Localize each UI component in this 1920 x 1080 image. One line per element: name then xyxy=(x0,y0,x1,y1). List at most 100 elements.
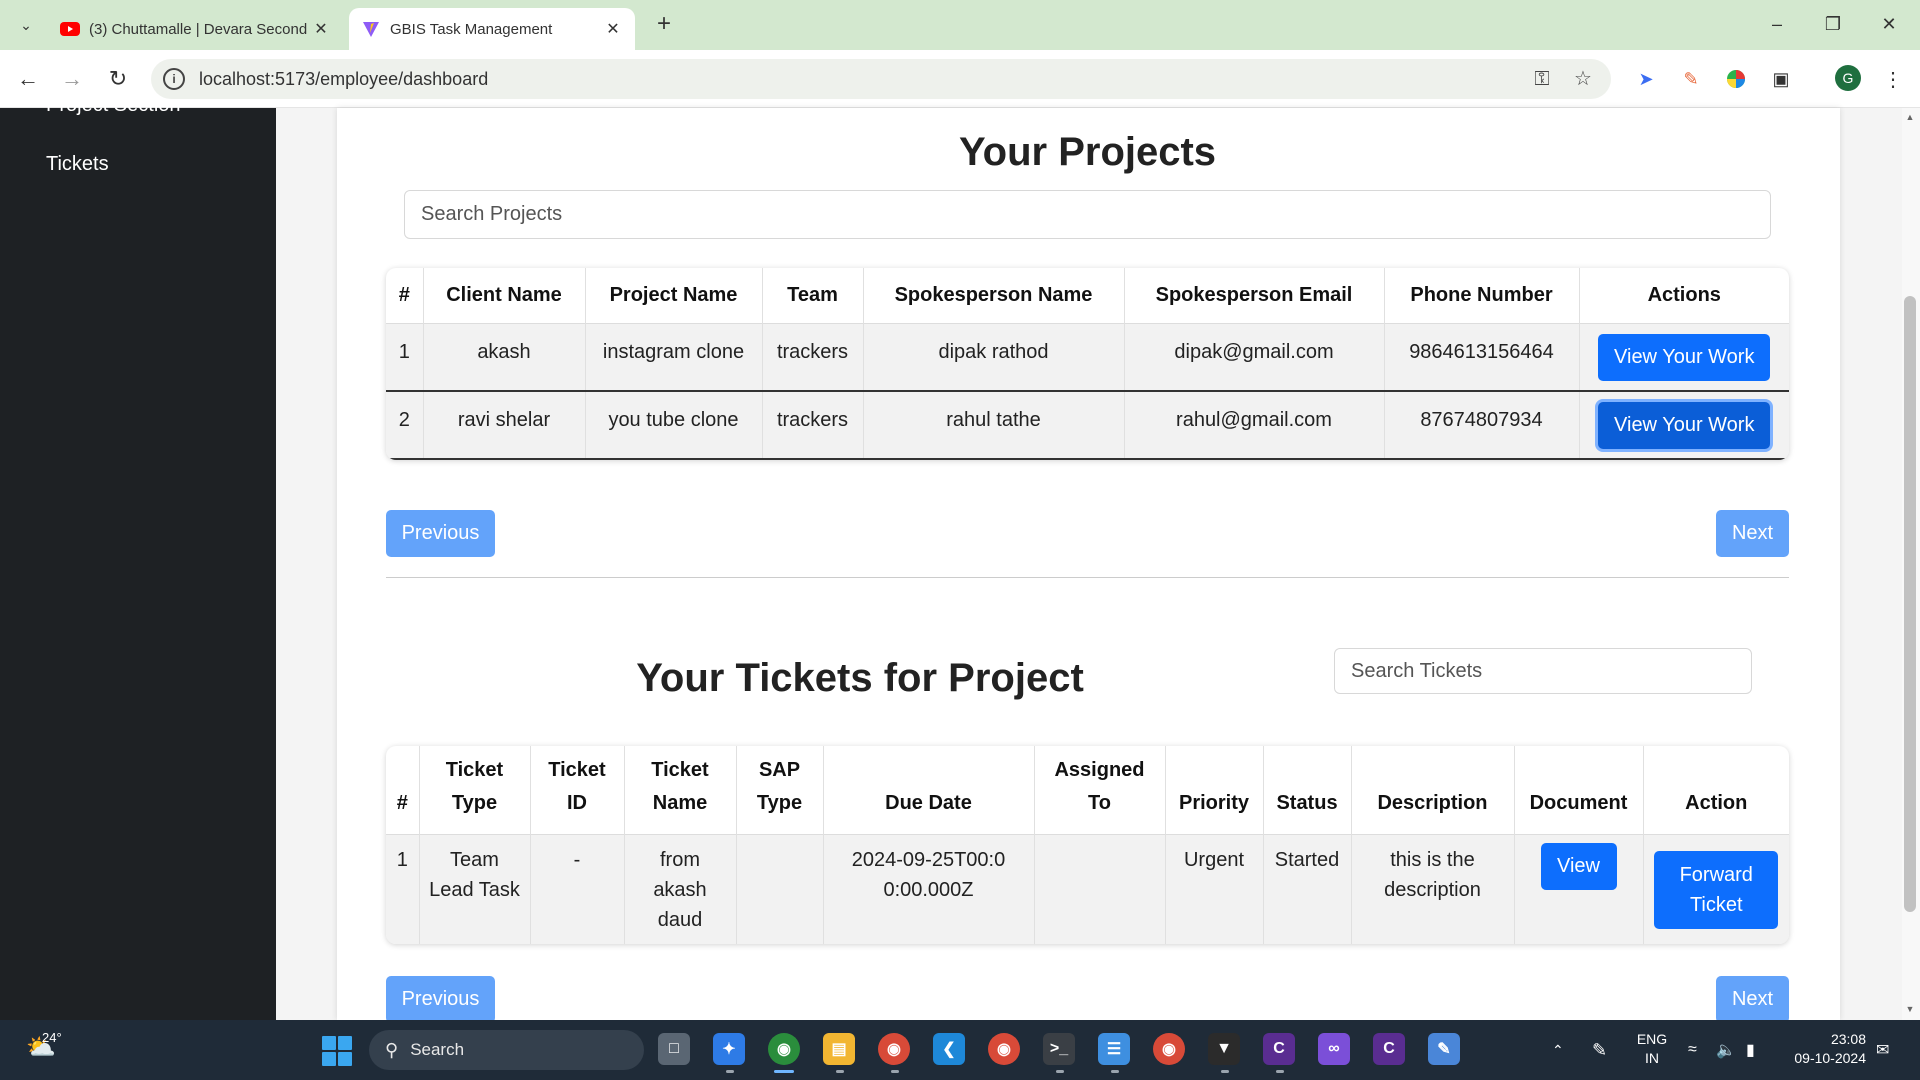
ticket-name: from akash daud xyxy=(624,834,737,944)
sap-type xyxy=(736,834,824,944)
project-name: you tube clone xyxy=(585,391,763,459)
scroll-down-icon[interactable]: ▼ xyxy=(1904,1004,1916,1014)
windows-start-icon[interactable] xyxy=(322,1036,352,1066)
column-header: Document xyxy=(1514,746,1644,834)
priority: Urgent xyxy=(1165,834,1264,944)
column-header: # xyxy=(386,268,424,323)
document-cell: View xyxy=(1514,834,1644,944)
row-number: 2 xyxy=(386,391,424,459)
running-indicator xyxy=(1111,1070,1119,1073)
bookmark-star-icon[interactable]: ☆ xyxy=(1570,66,1596,92)
paint-icon[interactable]: ✎ xyxy=(1428,1033,1460,1065)
task-view-icon[interactable]: □ xyxy=(658,1033,690,1065)
column-header: Phone Number xyxy=(1384,268,1580,323)
youtube-icon xyxy=(60,19,80,39)
app-c-icon[interactable]: C xyxy=(1263,1033,1295,1065)
tab-title: GBIS Task Management xyxy=(390,20,553,38)
close-tab-icon[interactable]: ✕ xyxy=(603,19,623,39)
forward-ticket-button[interactable]: Forward Ticket xyxy=(1654,850,1779,929)
table-row: 2 ravi shelar you tube clone trackers ra… xyxy=(386,391,1789,459)
back-icon[interactable]: ← xyxy=(13,64,43,94)
client-name: akash xyxy=(423,323,586,391)
tab-gbis[interactable]: GBIS Task Management ✕ xyxy=(349,8,635,50)
team: trackers xyxy=(762,323,864,391)
running-indicator xyxy=(891,1070,899,1073)
visual-studio-icon[interactable]: ∞ xyxy=(1318,1033,1350,1065)
new-tab-button[interactable]: + xyxy=(650,10,678,38)
wifi-icon[interactable]: ≈ xyxy=(1688,1020,1697,1080)
projects-title: Your Projects xyxy=(958,130,1217,174)
search-tickets-input[interactable] xyxy=(1334,648,1752,694)
client-name: ravi shelar xyxy=(423,391,586,459)
tickets-previous-button[interactable]: Previous xyxy=(386,976,495,1023)
minimize-icon[interactable]: – xyxy=(1754,8,1800,40)
chrome-profile-icon[interactable]: ◉ xyxy=(768,1033,800,1065)
tickets-next-button[interactable]: Next xyxy=(1716,976,1789,1023)
search-projects-input[interactable] xyxy=(404,190,1771,239)
tab-search-chevron-icon[interactable]: ⌄ xyxy=(10,9,42,41)
scroll-up-icon[interactable]: ▲ xyxy=(1904,112,1916,122)
file-explorer-icon[interactable]: ▤ xyxy=(823,1033,855,1065)
copilot-icon[interactable]: ✦ xyxy=(713,1033,745,1065)
taskbar-search-box[interactable]: ⚲ Search xyxy=(369,1030,644,1070)
tab-title: (3) Chuttamalle | Devara Second xyxy=(89,20,308,38)
url-text[interactable]: localhost:5173/employee/dashboard xyxy=(199,69,1611,90)
vscode-icon[interactable]: ❮ xyxy=(933,1033,965,1065)
notepad-icon[interactable]: ☰ xyxy=(1098,1033,1130,1065)
battery-icon[interactable]: ▮ xyxy=(1746,1020,1755,1080)
terminal-icon[interactable]: >_ xyxy=(1043,1033,1075,1065)
column-header: Ticket ID xyxy=(530,746,625,834)
projects-next-button[interactable]: Next xyxy=(1716,510,1789,557)
profile-avatar[interactable]: G xyxy=(1835,65,1861,91)
app-box-icon[interactable]: ▼ xyxy=(1208,1033,1240,1065)
column-header: Spokesperson Email xyxy=(1124,268,1385,323)
notification-bell-icon[interactable]: ✉ xyxy=(1876,1020,1889,1080)
projects-previous-button[interactable]: Previous xyxy=(386,510,495,557)
search-icon: ⚲ xyxy=(385,1039,399,1060)
column-header: Ticket Name xyxy=(624,746,737,834)
weather-temp: 24° xyxy=(42,1030,62,1045)
chrome-icon-3[interactable]: ◉ xyxy=(1153,1033,1185,1065)
restore-icon[interactable]: ❐ xyxy=(1810,8,1856,40)
column-header: Due Date xyxy=(823,746,1035,834)
browser-tab-bar: ⌄ (3) Chuttamalle | Devara Second ✕ GBIS… xyxy=(0,0,1920,50)
column-header: Priority xyxy=(1165,746,1264,834)
scrollbar-thumb[interactable] xyxy=(1904,296,1916,912)
chrome-icon-2[interactable]: ◉ xyxy=(988,1033,1020,1065)
table-row: 1 Team Lead Task - from akash daud 2024-… xyxy=(386,834,1789,944)
tray-overflow-icon[interactable]: ⌃ xyxy=(1552,1020,1564,1080)
column-header: # xyxy=(386,746,420,834)
vite-icon xyxy=(361,19,381,39)
running-indicator xyxy=(836,1070,844,1073)
language-indicator[interactable]: ENG IN xyxy=(1632,1030,1672,1068)
password-key-icon[interactable]: ⚿ xyxy=(1529,66,1555,92)
forward-icon[interactable]: → xyxy=(57,64,87,94)
column-header: Assigned To xyxy=(1034,746,1166,834)
tab-youtube[interactable]: (3) Chuttamalle | Devara Second ✕ xyxy=(48,8,343,50)
menu-kebab-icon[interactable]: ⋮ xyxy=(1880,66,1906,92)
chrome-icon[interactable]: ◉ xyxy=(878,1033,910,1065)
sidebar-item-tickets[interactable]: Tickets xyxy=(46,153,109,176)
extension-color-icon[interactable] xyxy=(1723,66,1749,92)
extensions-puzzle-icon[interactable]: ▣ xyxy=(1768,66,1794,92)
volume-icon[interactable]: 🔈 xyxy=(1716,1020,1736,1080)
close-window-icon[interactable]: ✕ xyxy=(1866,8,1912,40)
view-your-work-button[interactable]: View Your Work xyxy=(1598,333,1771,381)
column-header: Project Name xyxy=(585,268,763,323)
description: this is the description xyxy=(1351,834,1515,944)
extension-rocket-icon[interactable]: ➤ xyxy=(1633,66,1659,92)
address-bar[interactable]: i localhost:5173/employee/dashboard xyxy=(151,59,1611,99)
system-clock[interactable]: 23:08 09-10-2024 xyxy=(1786,1030,1866,1068)
extension-pen-icon[interactable]: ✎ xyxy=(1678,66,1704,92)
reload-icon[interactable]: ↻ xyxy=(103,64,133,94)
actions-cell: View Your Work xyxy=(1579,391,1789,459)
action-cell: Forward Ticket xyxy=(1643,834,1789,944)
app-c-icon-2[interactable]: C xyxy=(1373,1033,1405,1065)
lang-region: IN xyxy=(1645,1050,1659,1066)
pen-icon[interactable]: ✎ xyxy=(1592,1020,1607,1080)
view-your-work-button[interactable]: View Your Work xyxy=(1598,402,1771,449)
view-document-button[interactable]: View xyxy=(1540,842,1617,890)
projects-table: # Client Name Project Name Team Spokespe… xyxy=(386,268,1789,460)
site-info-icon[interactable]: i xyxy=(163,68,185,90)
close-tab-icon[interactable]: ✕ xyxy=(311,19,331,39)
